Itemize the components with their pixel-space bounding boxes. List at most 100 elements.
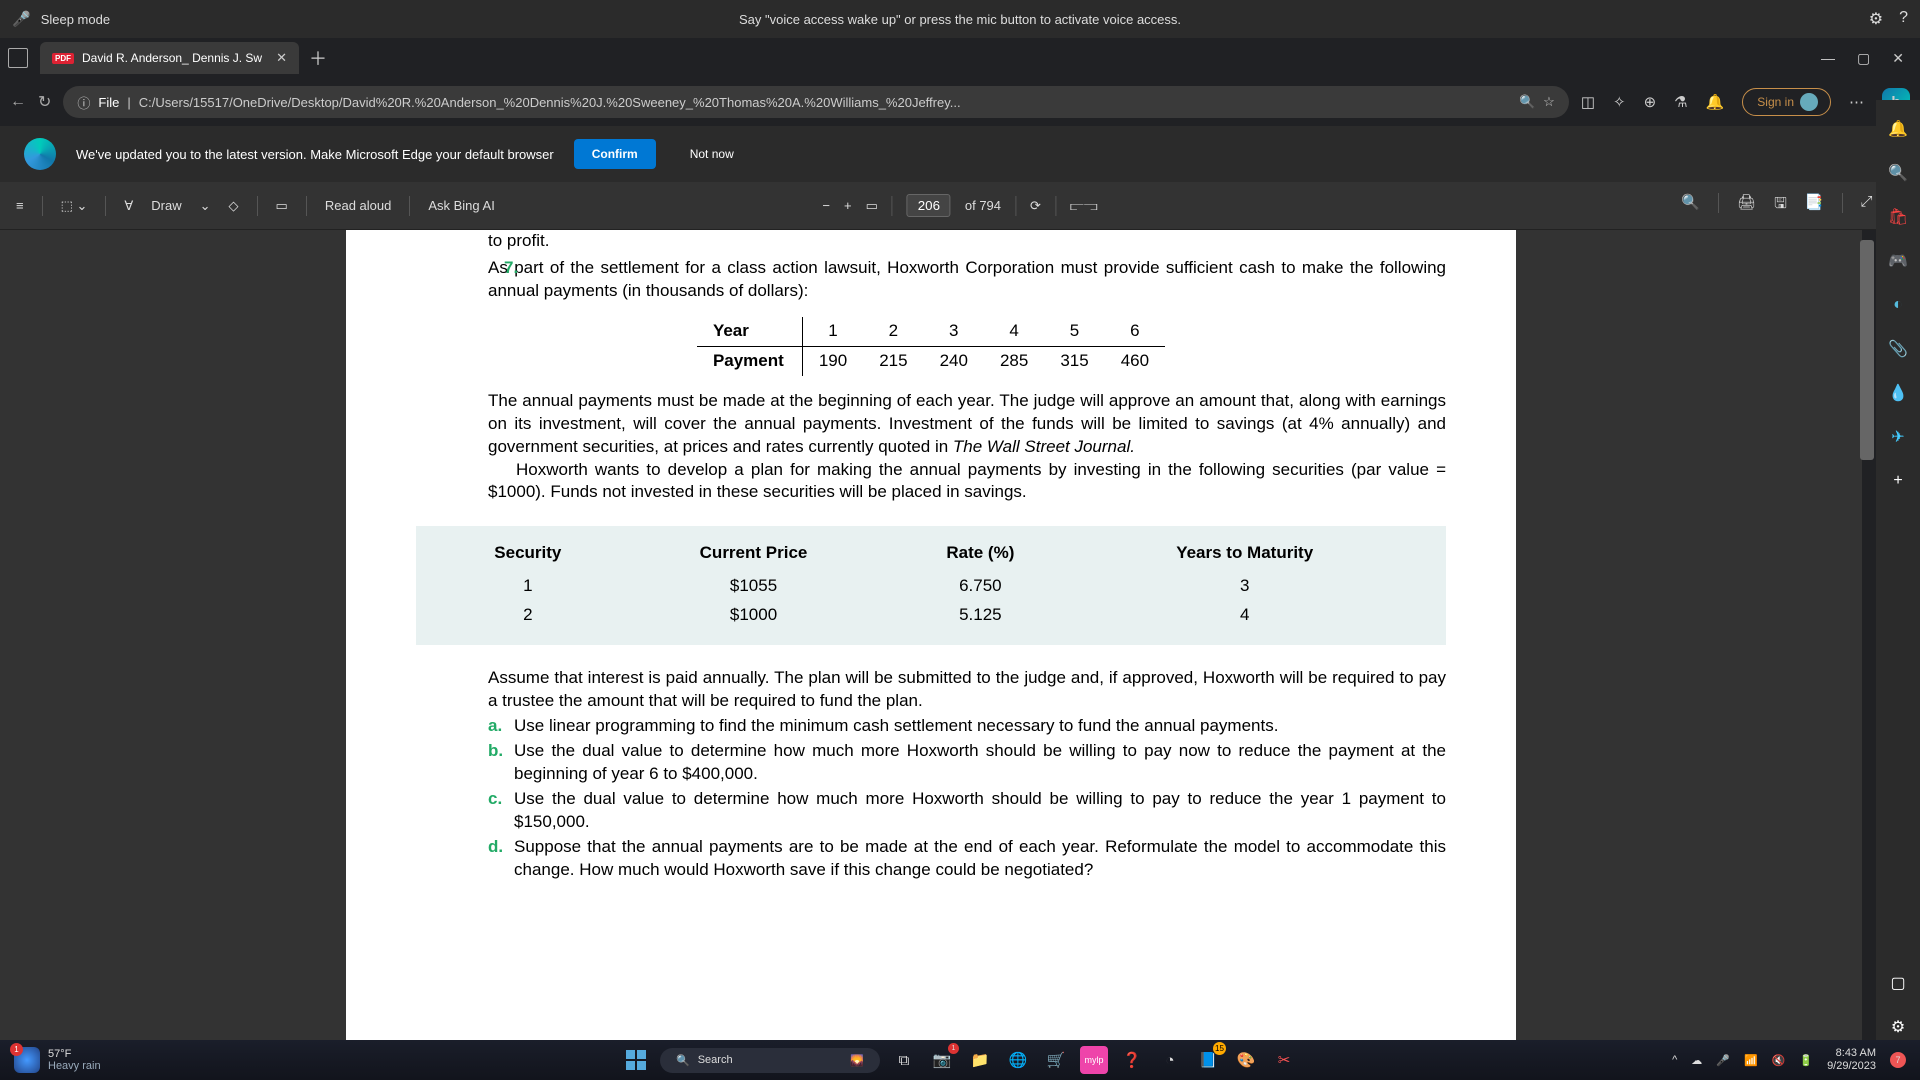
settings-icon[interactable]: ⚙ (1869, 9, 1883, 29)
para-3: Assume that interest is paid annually. T… (488, 667, 1446, 713)
sidebar-games-icon[interactable]: 🎮 (1885, 248, 1911, 274)
help-icon[interactable]: ? (1899, 9, 1908, 29)
taskbar: 1 57°F Heavy rain 🔍 Search 🌄 ⧉ 📷1 📁 🌐 🛒 … (0, 1040, 1920, 1080)
sidebar-plus-icon[interactable]: + (1885, 468, 1911, 494)
maximize-icon[interactable]: ▢ (1857, 50, 1870, 67)
refresh-icon[interactable]: ↻ (38, 92, 51, 112)
scrollbar-thumb[interactable] (1860, 240, 1874, 460)
sub-c-letter: c. (488, 788, 514, 834)
close-tab-icon[interactable]: ✕ (276, 50, 287, 66)
draw-icon[interactable]: ∀ (124, 198, 133, 214)
task-view-icon[interactable]: ⧉ (890, 1046, 918, 1074)
page-input[interactable] (907, 194, 951, 217)
document-viewport[interactable]: to profit. 7. As part of the settlement … (0, 230, 1862, 1040)
cursor-icon[interactable]: ⬚ ⌄ (61, 198, 88, 214)
start-button[interactable] (622, 1046, 650, 1074)
sidebar-send-icon[interactable]: ✈ (1885, 424, 1911, 450)
sidebar-hide-icon[interactable]: ▢ (1885, 970, 1911, 996)
fullscreen-icon[interactable]: ⤢ (1861, 193, 1873, 218)
page-view-icon[interactable]: ⫍⫎ (1070, 198, 1098, 214)
mylp-app-icon[interactable]: mylp (1080, 1046, 1108, 1074)
draw-chevron-icon[interactable]: ⌄ (200, 198, 211, 214)
zoom-out-icon[interactable]: − (822, 198, 830, 213)
clock[interactable]: 8:43 AM 9/29/2023 (1827, 1047, 1876, 1072)
read-aloud-button[interactable]: Read aloud (325, 198, 392, 213)
pdf-badge: PDF (52, 53, 74, 64)
zoom-in-icon[interactable]: + (844, 198, 852, 213)
sidebar-settings-icon[interactable]: ⚙ (1885, 1014, 1911, 1040)
paint-icon[interactable]: 🎨 (1232, 1046, 1260, 1074)
rotate-icon[interactable]: ⟳ (1030, 198, 1041, 214)
store-icon[interactable]: 🛒 (1042, 1046, 1070, 1074)
sidebar-office-icon[interactable]: 📎 (1885, 336, 1911, 362)
extensions-icon[interactable]: ⚗ (1674, 93, 1687, 111)
weather-temp: 57°F (48, 1048, 101, 1060)
tray-chevron-icon[interactable]: ^ (1672, 1054, 1677, 1066)
para-2: Hoxworth wants to develop a plan for mak… (488, 459, 1446, 505)
wifi-icon[interactable]: 📶 (1744, 1054, 1758, 1067)
back-icon[interactable]: ← (10, 93, 26, 111)
erase-icon[interactable]: ◇ (229, 198, 239, 214)
collections-icon[interactable]: ⊕ (1644, 93, 1657, 111)
snip-icon[interactable]: ✂ (1270, 1046, 1298, 1074)
weather-cond: Heavy rain (48, 1060, 101, 1072)
battery-icon[interactable]: 🔋 (1799, 1054, 1813, 1067)
saveas-icon[interactable]: 📑 (1805, 193, 1824, 218)
sidebar-tools-icon[interactable]: ◐ (1885, 292, 1911, 318)
sidebar-search-icon[interactable]: 🔍 (1885, 160, 1911, 186)
pdf-toolbar: ≡ ⬚ ⌄ ∀ Draw ⌄ ◇ ▭ Read aloud Ask Bing A… (0, 182, 1920, 230)
minimize-icon[interactable]: — (1821, 50, 1835, 67)
clock-time: 8:43 AM (1827, 1047, 1876, 1060)
not-now-button[interactable]: Not now (676, 139, 748, 169)
save-icon[interactable]: 🖫 (1774, 193, 1787, 218)
mic-icon[interactable]: 🎤 (12, 10, 31, 28)
sub-a-letter: a. (488, 715, 514, 738)
securities-table: Security Current Price Rate (%) Years to… (416, 526, 1446, 645)
sidebar-shopping-icon[interactable]: 🛍 (1885, 204, 1911, 230)
weather-widget[interactable]: 1 57°F Heavy rain (14, 1047, 101, 1073)
contents-icon[interactable]: ≡ (16, 198, 24, 213)
info-icon[interactable]: ⓘ (77, 93, 90, 112)
taskbar-search[interactable]: 🔍 Search 🌄 (660, 1048, 880, 1073)
edge-logo-icon (24, 138, 56, 170)
favorite-icon[interactable]: ☆ (1543, 94, 1555, 110)
zoom-indicator-icon[interactable]: 🔍 (1519, 94, 1535, 110)
word-icon[interactable]: 📘15 (1194, 1046, 1222, 1074)
tab-actions-icon[interactable] (8, 48, 28, 68)
question-text: As part of the settlement for a class ac… (488, 257, 1446, 303)
edge-app-icon[interactable]: 🌐 (1004, 1046, 1032, 1074)
split-screen-icon[interactable]: ◫ (1581, 93, 1595, 111)
sidebar-drop-icon[interactable]: 💧 (1885, 380, 1911, 406)
explorer-icon[interactable]: 📁 (966, 1046, 994, 1074)
url-field[interactable]: ⓘ File | C:/Users/15517/OneDrive/Desktop… (63, 86, 1568, 118)
help-app-icon[interactable]: ❓ (1118, 1046, 1146, 1074)
close-window-icon[interactable]: ✕ (1892, 50, 1904, 67)
volume-icon[interactable]: 🔇 (1772, 1054, 1786, 1067)
avatar-icon (1800, 93, 1818, 111)
fragment-top: to profit. (488, 230, 1446, 253)
camera-app-icon[interactable]: 📷1 (928, 1046, 956, 1074)
sign-in-button[interactable]: Sign in (1742, 88, 1831, 116)
banner-text: We've updated you to the latest version.… (76, 147, 554, 162)
ask-bing-button[interactable]: Ask Bing AI (428, 198, 494, 213)
confirm-button[interactable]: Confirm (574, 139, 656, 169)
print-icon[interactable]: 🖨 (1737, 193, 1756, 218)
more-icon[interactable]: ⋯ (1849, 93, 1864, 111)
chrome-icon[interactable]: ◔ (1156, 1046, 1184, 1074)
search-art-icon: 🌄 (850, 1054, 864, 1067)
onedrive-icon[interactable]: ☁ (1691, 1054, 1702, 1067)
notification-badge[interactable]: 7 (1890, 1052, 1906, 1068)
sub-a: Use linear programming to find the minim… (514, 715, 1446, 738)
page-total: of 794 (965, 198, 1001, 213)
draw-label[interactable]: Draw (151, 198, 181, 213)
fit-icon[interactable]: ▭ (866, 198, 878, 214)
voice-hint: Say "voice access wake up" or press the … (739, 12, 1181, 27)
sidebar-bell-icon[interactable]: 🔔 (1885, 116, 1911, 142)
highlight-icon[interactable]: ▭ (276, 198, 288, 214)
new-tab-button[interactable]: ＋ (309, 45, 327, 71)
find-icon[interactable]: 🔍 (1681, 193, 1700, 218)
browser-tab[interactable]: PDF David R. Anderson_ Dennis J. Sw ✕ (40, 42, 299, 74)
notifications-icon[interactable]: 🔔 (1706, 93, 1725, 111)
favorites-icon[interactable]: ✧ (1613, 93, 1626, 111)
tray-mic-icon[interactable]: 🎤 (1716, 1054, 1730, 1067)
